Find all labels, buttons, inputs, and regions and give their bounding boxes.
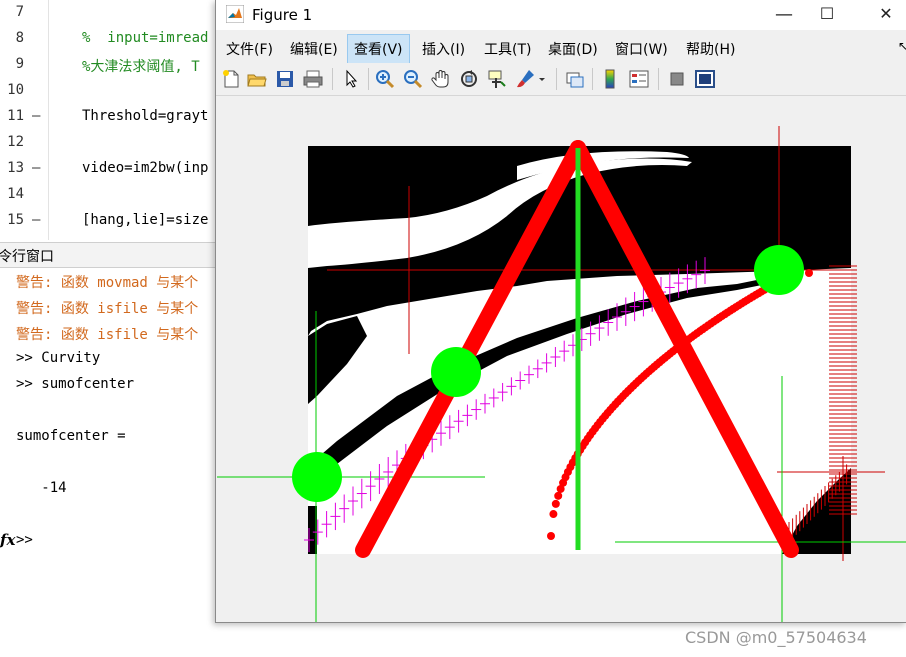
rotate-icon[interactable] <box>458 68 480 90</box>
legend-icon[interactable] <box>628 68 650 90</box>
command-window-title: 令行窗口 <box>0 249 54 265</box>
plot-area[interactable] <box>217 96 906 622</box>
menu-window[interactable]: 窗口(W) <box>613 37 670 61</box>
figure-title: Figure 1 <box>252 6 313 24</box>
print-icon[interactable] <box>302 68 324 90</box>
warning-line: 警告: 函数 isfile 与某个 <box>16 327 199 343</box>
toolbar-separator <box>332 68 333 90</box>
colorbar-icon[interactable] <box>600 68 622 90</box>
figure-titlebar[interactable]: Figure 1 — ☐ ✕ <box>216 0 906 30</box>
open-file-icon[interactable] <box>246 68 268 90</box>
save-icon[interactable] <box>274 68 296 90</box>
fx-icon[interactable]: fx <box>0 531 15 549</box>
breakpoint-dash[interactable]: — <box>32 212 40 228</box>
code-text[interactable]: video=im2bw(inp <box>82 160 208 176</box>
command-line: sumofcenter = <box>16 428 126 444</box>
breakpoint-dash[interactable]: — <box>32 108 40 124</box>
toolbar-separator <box>368 68 369 90</box>
code-text[interactable]: % input=imread <box>82 30 208 46</box>
command-line: >> <box>16 532 33 548</box>
line-number: 8 <box>15 30 24 46</box>
menu-edit[interactable]: 编辑(E) <box>288 37 340 61</box>
green-marker-middle <box>431 347 481 397</box>
matlab-logo-icon <box>226 5 244 23</box>
figure-window[interactable]: Figure 1 — ☐ ✕ 文件(F) 编辑(E) 查看(V) 插入(I) 工… <box>215 0 906 623</box>
figure-toolbar <box>216 63 906 96</box>
toolbar-separator <box>592 68 593 90</box>
toolbar-separator <box>556 68 557 90</box>
line-number: 10 <box>7 82 24 98</box>
red-curve-dot <box>547 532 555 540</box>
pan-icon[interactable] <box>430 68 452 90</box>
figure-menubar: 文件(F) 编辑(E) 查看(V) 插入(I) 工具(T) 桌面(D) 窗口(W… <box>216 33 906 64</box>
line-number: 9 <box>15 56 24 72</box>
new-figure-icon[interactable] <box>220 68 242 90</box>
close-button[interactable]: ✕ <box>871 4 901 23</box>
minimize-button[interactable]: — <box>769 4 799 25</box>
line-number: 13 <box>7 160 24 176</box>
zoom-in-icon[interactable] <box>374 68 396 90</box>
show-plot-tools-icon[interactable] <box>694 68 716 90</box>
data-cursor-icon[interactable] <box>486 68 508 90</box>
command-line: >> sumofcenter <box>16 376 135 392</box>
line-number: 14 <box>7 186 24 202</box>
command-line: >> Curvity <box>16 350 101 366</box>
watermark: CSDN @m0_57504634 <box>685 628 867 647</box>
red-curve-dot <box>549 510 558 519</box>
warning-line: 警告: 函数 isfile 与某个 <box>16 301 199 317</box>
toolbar-separator <box>658 68 659 90</box>
line-number: 15 <box>7 212 24 228</box>
maximize-button[interactable]: ☐ <box>812 4 842 23</box>
red-curve-dot <box>554 491 563 500</box>
line-number: 11 <box>7 108 24 124</box>
figure-canvas[interactable] <box>217 96 906 622</box>
code-text[interactable]: Threshold=grayt <box>82 108 208 124</box>
menu-desktop[interactable]: 桌面(D) <box>546 37 600 61</box>
brush-icon[interactable] <box>514 68 536 90</box>
code-text[interactable]: [hang,lie]=size <box>82 212 208 228</box>
line-number: 7 <box>15 4 24 20</box>
command-line: -14 <box>16 480 67 496</box>
menu-file[interactable]: 文件(F) <box>224 37 275 61</box>
menu-tools[interactable]: 工具(T) <box>482 37 533 61</box>
breakpoint-dash[interactable]: — <box>32 160 40 176</box>
link-plot-icon[interactable] <box>564 68 586 90</box>
red-marker-small <box>805 269 813 277</box>
red-curve-dot <box>551 499 560 508</box>
pointer-icon[interactable] <box>340 68 362 90</box>
code-text[interactable]: %大津法求阈值, T <box>82 56 200 76</box>
hide-plot-tools-icon[interactable] <box>666 68 688 90</box>
menu-view[interactable]: 查看(V) <box>347 34 410 64</box>
zoom-out-icon[interactable] <box>402 68 424 90</box>
menu-insert[interactable]: 插入(I) <box>420 37 467 61</box>
menu-help[interactable]: 帮助(H) <box>684 37 737 61</box>
menu-dock-arrow-icon[interactable]: ↖ <box>896 37 906 55</box>
warning-line: 警告: 函数 movmad 与某个 <box>16 275 199 291</box>
brush-dropdown-chevron-down-icon[interactable] <box>536 68 548 90</box>
green-marker-left <box>292 452 342 502</box>
green-marker-right <box>754 245 804 295</box>
line-number: 12 <box>7 134 24 150</box>
